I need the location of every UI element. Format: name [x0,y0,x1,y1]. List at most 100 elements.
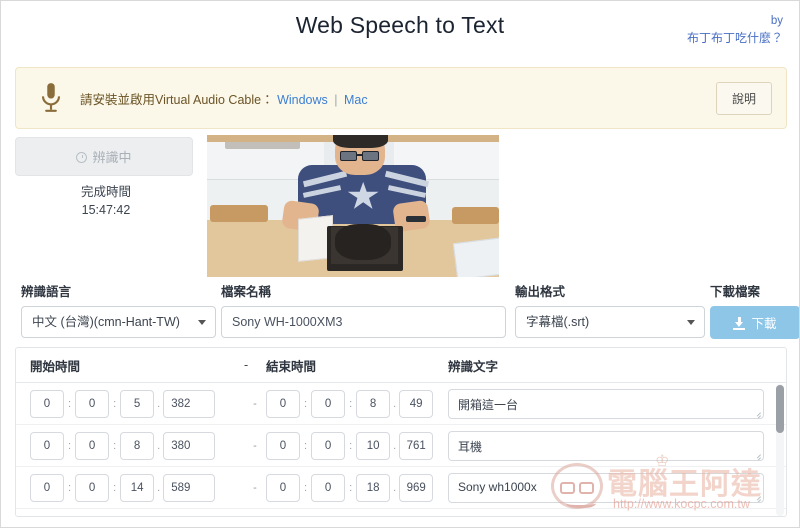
chevron-down-icon [687,320,695,325]
finish-time-label: 完成時間 [80,185,131,199]
language-select[interactable]: 中文 (台灣)(cmn-Hant-TW) [21,306,216,338]
end-hours-input[interactable]: 0 [266,473,300,502]
start-minutes-input[interactable]: 0 [75,473,110,502]
start-seconds-input[interactable]: 8 [120,431,155,460]
transcript-text-value: 耳機 [458,439,483,454]
start-hours-input[interactable]: 0 [30,473,64,502]
time-separator: : [349,397,353,410]
ms-separator: . [157,481,161,494]
end-hours-input[interactable]: 0 [266,389,300,418]
transcript-text-cell: Sony wh1000x [448,472,786,503]
finish-time-value: 15:47:42 [81,203,131,218]
controls-row: 辨識語言 中文 (台灣)(cmn-Hant-TW) 檔案名稱 Sony WH-1… [15,281,799,339]
recognize-button-label: 辨識中 [92,150,132,165]
filename-input[interactable]: Sony WH-1000XM3 [221,306,506,338]
row-dash: - [253,439,257,452]
author-link[interactable]: 布丁布丁吃什麼？ [687,30,783,47]
language-select-value: 中文 (台灣)(cmn-Hant-TW) [32,315,180,329]
resize-grip-icon[interactable] [752,408,761,418]
page-header: Web Speech to Text by 布丁布丁吃什麼？ [1,1,799,59]
start-minutes-input[interactable]: 0 [75,389,110,418]
video-preview-frame[interactable] [207,135,499,277]
windows-link[interactable]: Windows [277,93,328,107]
format-group: 輸出格式 字幕檔(.srt) [515,281,705,338]
download-icon [733,316,746,330]
start-seconds-input[interactable]: 5 [120,389,155,418]
ms-separator: . [157,439,161,452]
help-button[interactable]: 說明 [715,81,772,115]
table-body: 0 : 0 : 5 . 382 - 0 : 0 : 8 . 49 開箱這一台 0… [16,383,786,516]
page-title: Web Speech to Text [295,12,505,38]
language-group: 辨識語言 中文 (台灣)(cmn-Hant-TW) [21,281,216,338]
ms-separator: . [157,397,161,410]
table-row: 0 : 0 : 5 . 382 - 0 : 0 : 8 . 49 開箱這一台 [16,383,786,425]
start-time-cell: 0 : 0 : 8 . 380 [30,431,244,460]
link-separator: | [334,92,338,107]
table-scrollbar-thumb[interactable] [776,385,784,433]
time-separator: : [113,439,117,452]
byline: by 布丁布丁吃什麼？ [687,13,783,47]
start-milliseconds-input[interactable]: 589 [163,473,216,502]
ms-separator: . [393,397,397,410]
start-milliseconds-input[interactable]: 382 [163,389,216,418]
resize-grip-icon[interactable] [752,450,761,460]
transcript-textarea[interactable]: 開箱這一台 [448,388,764,419]
start-seconds-input[interactable]: 14 [120,473,155,502]
transcript-text-value: 開箱這一台 [458,397,519,412]
end-milliseconds-input[interactable]: 969 [399,473,434,502]
language-label: 辨識語言 [21,285,72,299]
filename-group: 檔案名稱 Sony WH-1000XM3 [221,281,506,338]
recognize-button[interactable]: 辨識中 [15,137,193,176]
ms-separator: . [393,481,397,494]
start-hours-input[interactable]: 0 [30,389,64,418]
end-seconds-input[interactable]: 10 [356,431,391,460]
transcript-text-cell: 耳機 [448,430,786,461]
end-hours-input[interactable]: 0 [266,431,300,460]
filename-label: 檔案名稱 [221,285,272,299]
start-hours-input[interactable]: 0 [30,431,64,460]
time-separator: : [304,439,308,452]
download-button[interactable]: 下載 [710,306,799,339]
download-group: 下載檔案 下載 [710,281,799,339]
end-milliseconds-input[interactable]: 761 [399,431,434,460]
time-separator: : [113,481,117,494]
start-time-cell: 0 : 0 : 5 . 382 [30,389,244,418]
row-dash: - [253,481,257,494]
column-header-start-time: 開始時間 [30,359,81,374]
end-minutes-input[interactable]: 0 [311,389,346,418]
app-window: Web Speech to Text by 布丁布丁吃什麼？ 請安裝並啟用Vir… [0,0,800,528]
byline-label: by [770,15,783,27]
end-time-cell: 0 : 0 : 18 . 969 [266,473,448,502]
end-time-cell: 0 : 0 : 10 . 761 [266,431,448,460]
time-separator: : [304,397,308,410]
chevron-down-icon [198,320,206,325]
table-scrollbar[interactable] [776,384,784,516]
ms-separator: . [393,439,397,452]
end-seconds-input[interactable]: 8 [356,389,391,418]
start-minutes-input[interactable]: 0 [75,431,110,460]
alert-message: 請安裝並啟用Virtual Audio Cable： Windows | Mac [80,89,716,108]
end-seconds-input[interactable]: 18 [356,473,391,502]
time-separator: : [68,481,72,494]
transcript-table: 開始時間 - 結束時間 辨識文字 0 : 0 : 5 . 382 - 0: 0… [15,347,787,517]
column-header-end-time: 結束時間 [266,359,317,374]
end-minutes-input[interactable]: 0 [311,473,346,502]
start-time-cell: 0 : 0 : 14 . 589 [30,473,244,502]
download-label: 下載檔案 [710,285,761,299]
status-and-preview-row: 辨識中 完成時間 15:47:42 [15,135,787,277]
end-milliseconds-input[interactable]: 49 [399,389,434,418]
time-separator: : [68,397,72,410]
mac-link[interactable]: Mac [344,93,368,107]
transcript-textarea[interactable]: 耳機 [448,430,764,461]
virtual-audio-cable-alert: 請安裝並啟用Virtual Audio Cable： Windows | Mac… [15,67,787,129]
resize-grip-icon[interactable] [752,492,761,502]
start-milliseconds-input[interactable]: 380 [163,431,216,460]
format-select[interactable]: 字幕檔(.srt) [515,306,705,338]
transcript-text-value: Sony wh1000x [458,479,537,494]
format-select-value: 字幕檔(.srt) [526,315,590,329]
transcript-textarea[interactable]: Sony wh1000x [448,472,764,503]
column-header-dash: - [244,358,249,372]
row-dash: - [253,397,257,410]
time-separator: : [304,481,308,494]
end-minutes-input[interactable]: 0 [311,431,346,460]
